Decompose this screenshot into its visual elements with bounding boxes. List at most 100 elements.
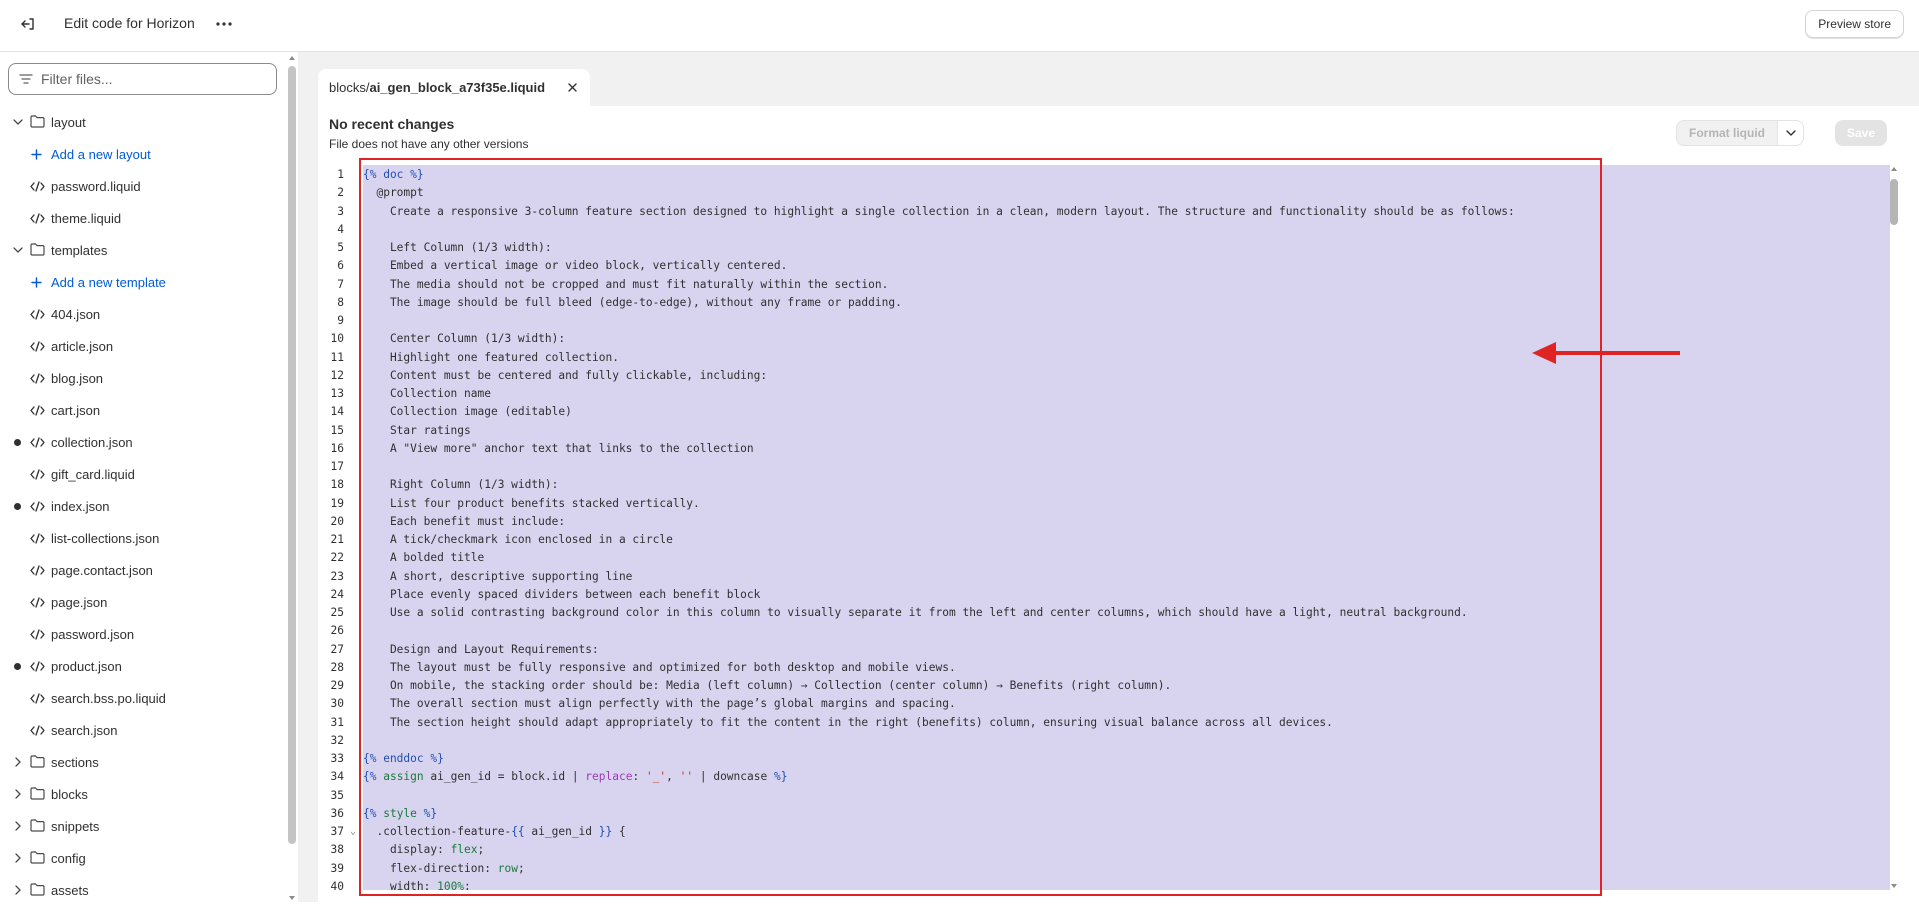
chevron-down-icon[interactable] [1778,120,1804,146]
file-item-blog-json[interactable]: blog.json [0,362,286,394]
code-text: Highlight one featured collection. [363,349,619,367]
code-line: 34 {% assign ai_gen_id = block.id | repla… [318,768,1891,786]
file-tree: layout Add a new layout password.liquid the… [0,106,286,906]
file-label: list-collections.json [51,530,160,546]
code-text: Center Column (1/3 width): [363,330,565,348]
file-item-cart-json[interactable]: cart.json [0,394,286,426]
code-text: {% style %} [363,805,437,823]
code-token: , [666,770,680,784]
filter-icon [19,74,33,84]
code-token: %} [773,770,788,784]
line-number: 9 [337,314,344,327]
file-label: page.contact.json [51,562,153,578]
code-line: 18 Right Column (1/3 width): [318,476,1891,494]
file-label: product.json [51,658,122,674]
add-add-a-new-layout-link[interactable]: Add a new layout [0,138,286,170]
code-scrollbar[interactable] [1888,165,1900,890]
file-item-theme-liquid[interactable]: theme.liquid [0,202,286,234]
file-item-index-json[interactable]: index.json [0,490,286,522]
code-token: '' [679,770,694,784]
file-item-article-json[interactable]: article.json [0,330,286,362]
file-item-password-json[interactable]: password.json [0,618,286,650]
file-item-password-liquid[interactable]: password.liquid [0,170,286,202]
code-text: @prompt [363,184,424,202]
code-line: 21 A tick/checkmark icon enclosed in a c… [318,531,1891,549]
chevron-down-icon[interactable] [12,116,24,128]
code-file-icon [30,468,45,483]
chevron-right-icon[interactable] [12,820,24,832]
sidebar-scrollbar[interactable] [287,54,297,902]
exit-icon[interactable] [16,12,40,36]
file-item-page-json[interactable]: page.json [0,586,286,618]
code-line: 30 The overall section must align perfec… [318,695,1891,713]
chevron-right-icon[interactable] [12,852,24,864]
code-file-icon [30,724,45,739]
filter-field[interactable] [8,63,277,95]
line-number: 29 [330,679,344,692]
add-add-a-new-template-link[interactable]: Add a new template [0,266,286,298]
folder-snippets[interactable]: snippets [0,810,286,842]
chevron-right-icon[interactable] [12,788,24,800]
code-token: Collection image (editable) [363,405,572,419]
code-line: 19 List four product benefits stacked ve… [318,495,1891,513]
code-line: 29 On mobile, the stacking order should … [318,677,1891,695]
line-number: 28 [330,660,344,674]
modified-dot-icon [14,503,21,510]
file-item-page-contact-json[interactable]: page.contact.json [0,554,286,586]
file-item-product-json[interactable]: product.json [0,650,286,682]
code-file-icon [30,500,45,515]
file-item-collection-json[interactable]: collection.json [0,426,286,458]
code-line: 11 Highlight one featured collection. [318,349,1891,367]
code-token: Design and Layout Requirements: [363,642,599,656]
folder-sections[interactable]: sections [0,746,286,778]
file-item-search-bss-po-liquid[interactable]: search.bss.po.liquid [0,682,286,714]
line-number: 6 [337,259,344,273]
code-text: {% enddoc %} [363,750,444,768]
file-sidebar: layout Add a new layout password.liquid the… [0,52,298,902]
fold-chevron-icon[interactable]: ⌄ [350,823,356,841]
folder-blocks[interactable]: blocks [0,778,286,810]
tab-active-file[interactable]: blocks/ai_gen_block_a73f35e.liquid [318,69,590,106]
code-token: Use a solid contrasting background color… [363,606,1468,619]
line-number: 14 [330,405,344,419]
file-item-list-collections-json[interactable]: list-collections.json [0,522,286,554]
code-token: @prompt [363,186,424,200]
code-token: Center Column (1/3 width): [363,332,566,346]
folder-assets[interactable]: assets [0,874,286,906]
line-number: 18 [330,478,344,492]
code-token: assign [383,770,424,784]
format-liquid-button[interactable]: Format liquid [1676,120,1778,146]
more-actions-icon[interactable] [212,12,236,36]
code-token: display: [363,843,451,857]
file-item-gift-card-liquid[interactable]: gift_card.liquid [0,458,286,490]
file-label: search.bss.po.liquid [51,690,166,706]
file-label: page.json [51,594,108,610]
line-number: 13 [330,387,344,400]
code-text: Collection name [363,385,491,403]
code-token: The image should be full bleed (edge-to-… [363,295,902,309]
folder-layout[interactable]: layout [0,106,286,138]
file-item-404-json[interactable]: 404.json [0,298,286,330]
plus-icon [31,148,42,163]
code-line: 32 [318,732,1891,750]
code-file-icon [30,660,45,675]
file-item-search-json[interactable]: search.json [0,714,286,746]
chevron-down-icon[interactable] [12,244,24,256]
folder-config[interactable]: config [0,842,286,874]
chevron-right-icon[interactable] [12,884,24,896]
line-number: 10 [330,332,344,346]
code-token: replace [585,770,633,784]
code-token: | downcase [693,770,774,784]
folder-templates[interactable]: templates [0,234,286,266]
code-token: A "View more" anchor text that links to … [363,441,754,455]
code-line: 28 The layout must be fully responsive a… [318,659,1891,677]
save-button[interactable]: Save [1835,120,1887,146]
chevron-right-icon[interactable] [12,756,24,768]
code-text: Right Column (1/3 width): [363,476,558,494]
folder-label: sections [51,754,99,770]
preview-store-button[interactable]: Preview store [1805,10,1904,38]
code-editor[interactable]: 1 {% doc %} 2 @prompt 3 Create a responsive… [318,165,1891,890]
close-icon[interactable] [566,81,578,93]
filter-input[interactable] [41,71,261,87]
tab-filename: ai_gen_block_a73f35e.liquid [369,80,546,95]
